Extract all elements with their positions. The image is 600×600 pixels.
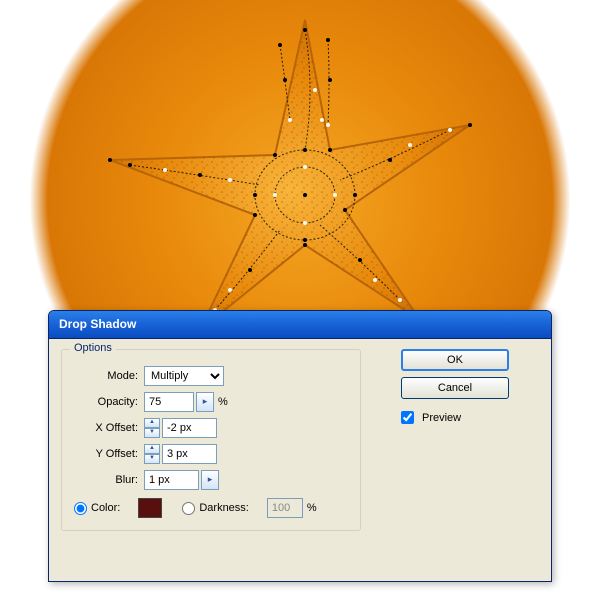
color-radio[interactable]: [74, 502, 87, 515]
drop-shadow-dialog: Drop Shadow Options Mode: Multiply Opaci…: [48, 310, 552, 582]
yoffset-input[interactable]: [162, 444, 217, 464]
mode-label: Mode:: [74, 370, 144, 382]
opacity-unit: %: [218, 396, 228, 408]
dialog-title: Drop Shadow: [59, 317, 136, 331]
blur-label: Blur:: [74, 474, 144, 486]
color-swatch[interactable]: [138, 498, 162, 518]
ok-button[interactable]: OK: [401, 349, 509, 371]
opacity-flyout-button[interactable]: ▸: [196, 392, 214, 412]
blur-input[interactable]: [144, 470, 199, 490]
darkness-radio[interactable]: [182, 502, 195, 515]
opacity-input[interactable]: [144, 392, 194, 412]
spinner-up-icon[interactable]: ▲: [144, 418, 160, 428]
xoffset-label: X Offset:: [74, 422, 144, 434]
xoffset-spinner[interactable]: ▲ ▼: [144, 418, 160, 438]
opacity-label: Opacity:: [74, 396, 144, 408]
mode-select[interactable]: Multiply: [144, 366, 224, 386]
spinner-up-icon[interactable]: ▲: [144, 444, 160, 454]
options-legend: Options: [70, 342, 116, 354]
darkness-unit: %: [307, 502, 317, 514]
preview-checkbox[interactable]: [401, 411, 414, 424]
blur-flyout-button[interactable]: ▸: [201, 470, 219, 490]
spinner-down-icon[interactable]: ▼: [144, 454, 160, 464]
darkness-input: [267, 498, 303, 518]
dialog-titlebar[interactable]: Drop Shadow: [49, 311, 551, 339]
dialog-buttons: OK Cancel Preview: [401, 349, 509, 531]
preview-label: Preview: [422, 412, 461, 424]
xoffset-input[interactable]: [162, 418, 217, 438]
cancel-button[interactable]: Cancel: [401, 377, 509, 399]
options-group: Options Mode: Multiply Opacity: ▸ % X Of…: [61, 349, 361, 531]
yoffset-label: Y Offset:: [74, 448, 144, 460]
color-radio-text: Color:: [91, 502, 120, 514]
spinner-down-icon[interactable]: ▼: [144, 428, 160, 438]
color-radio-label[interactable]: Color:: [74, 502, 120, 515]
yoffset-spinner[interactable]: ▲ ▼: [144, 444, 160, 464]
darkness-radio-label[interactable]: Darkness:: [182, 502, 249, 515]
dialog-body: Options Mode: Multiply Opacity: ▸ % X Of…: [49, 339, 551, 541]
darkness-radio-text: Darkness:: [199, 502, 249, 514]
